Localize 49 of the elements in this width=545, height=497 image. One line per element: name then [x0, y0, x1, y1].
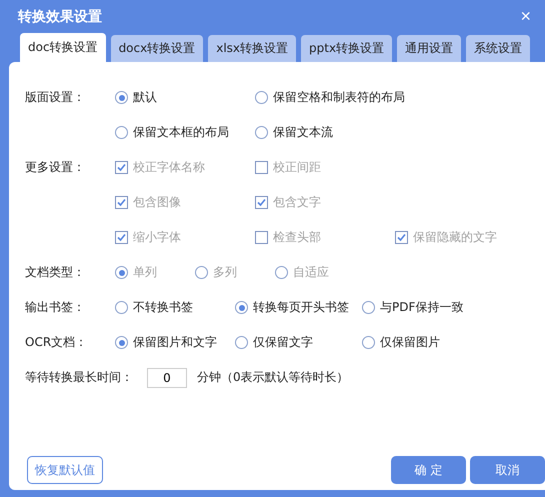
- option-label: 保留空格和制表符的布局: [273, 89, 405, 106]
- option-label: 转换每页开头书签: [253, 299, 349, 316]
- option-label: 不转换书签: [133, 299, 193, 316]
- option-label: 缩小字体: [133, 229, 181, 246]
- setting-label: 版面设置：: [25, 89, 86, 106]
- option-label: 保留隐藏的文字: [413, 229, 497, 246]
- radio-button[interactable]: [255, 126, 268, 139]
- radio-button[interactable]: [115, 126, 128, 139]
- window-title: 转换效果设置: [18, 8, 102, 26]
- setting-label: OCR文档：: [25, 334, 88, 351]
- radio-button[interactable]: [115, 301, 128, 314]
- setting-label: 输出书签：: [25, 299, 86, 316]
- option-label: 保留文本框的布局: [133, 124, 229, 141]
- option-label: 默认: [133, 89, 157, 106]
- ok-button[interactable]: 确 定: [391, 456, 466, 484]
- setting-label: 更多设置：: [25, 159, 86, 176]
- option-label: 自适应: [293, 264, 329, 281]
- close-button[interactable]: ×: [516, 6, 535, 27]
- tab[interactable]: doc转换设置: [20, 33, 106, 62]
- option-label: 检查头部: [273, 229, 321, 246]
- cancel-button[interactable]: 取消: [470, 456, 545, 484]
- tab[interactable]: xlsx转换设置: [208, 35, 296, 62]
- option-label: 与PDF保持一致: [380, 299, 464, 316]
- radio-button[interactable]: [115, 91, 128, 104]
- radio-button[interactable]: [255, 91, 268, 104]
- setting-label: 等待转换最长时间：: [25, 369, 133, 386]
- tab[interactable]: docx转换设置: [110, 35, 204, 62]
- radio-button[interactable]: [235, 336, 248, 349]
- tab[interactable]: pptx转换设置: [301, 35, 392, 62]
- option-label: 保留图片和文字: [133, 334, 217, 351]
- option-label: 校正间距: [273, 159, 321, 176]
- tab[interactable]: 通用设置: [397, 35, 462, 62]
- tab[interactable]: 系统设置: [466, 35, 530, 62]
- option-label: 单列: [133, 264, 157, 281]
- option-label: 仅保留图片: [380, 334, 440, 351]
- radio-button[interactable]: [362, 301, 375, 314]
- option-label: 多列: [213, 264, 237, 281]
- radio-button[interactable]: [235, 301, 248, 314]
- input-field[interactable]: 0: [147, 368, 187, 388]
- radio-button[interactable]: [115, 336, 128, 349]
- option-label: 包含文字: [273, 194, 321, 211]
- restore-defaults-button[interactable]: 恢复默认值: [27, 456, 103, 484]
- option-label: 校正字体名称: [133, 159, 205, 176]
- radio-button[interactable]: [362, 336, 375, 349]
- option-label: 仅保留文字: [253, 334, 313, 351]
- note-text: 分钟（0表示默认等待时长）: [197, 369, 349, 386]
- setting-label: 文档类型：: [25, 264, 86, 281]
- option-label: 保留文本流: [273, 124, 333, 141]
- option-label: 包含图像: [133, 194, 181, 211]
